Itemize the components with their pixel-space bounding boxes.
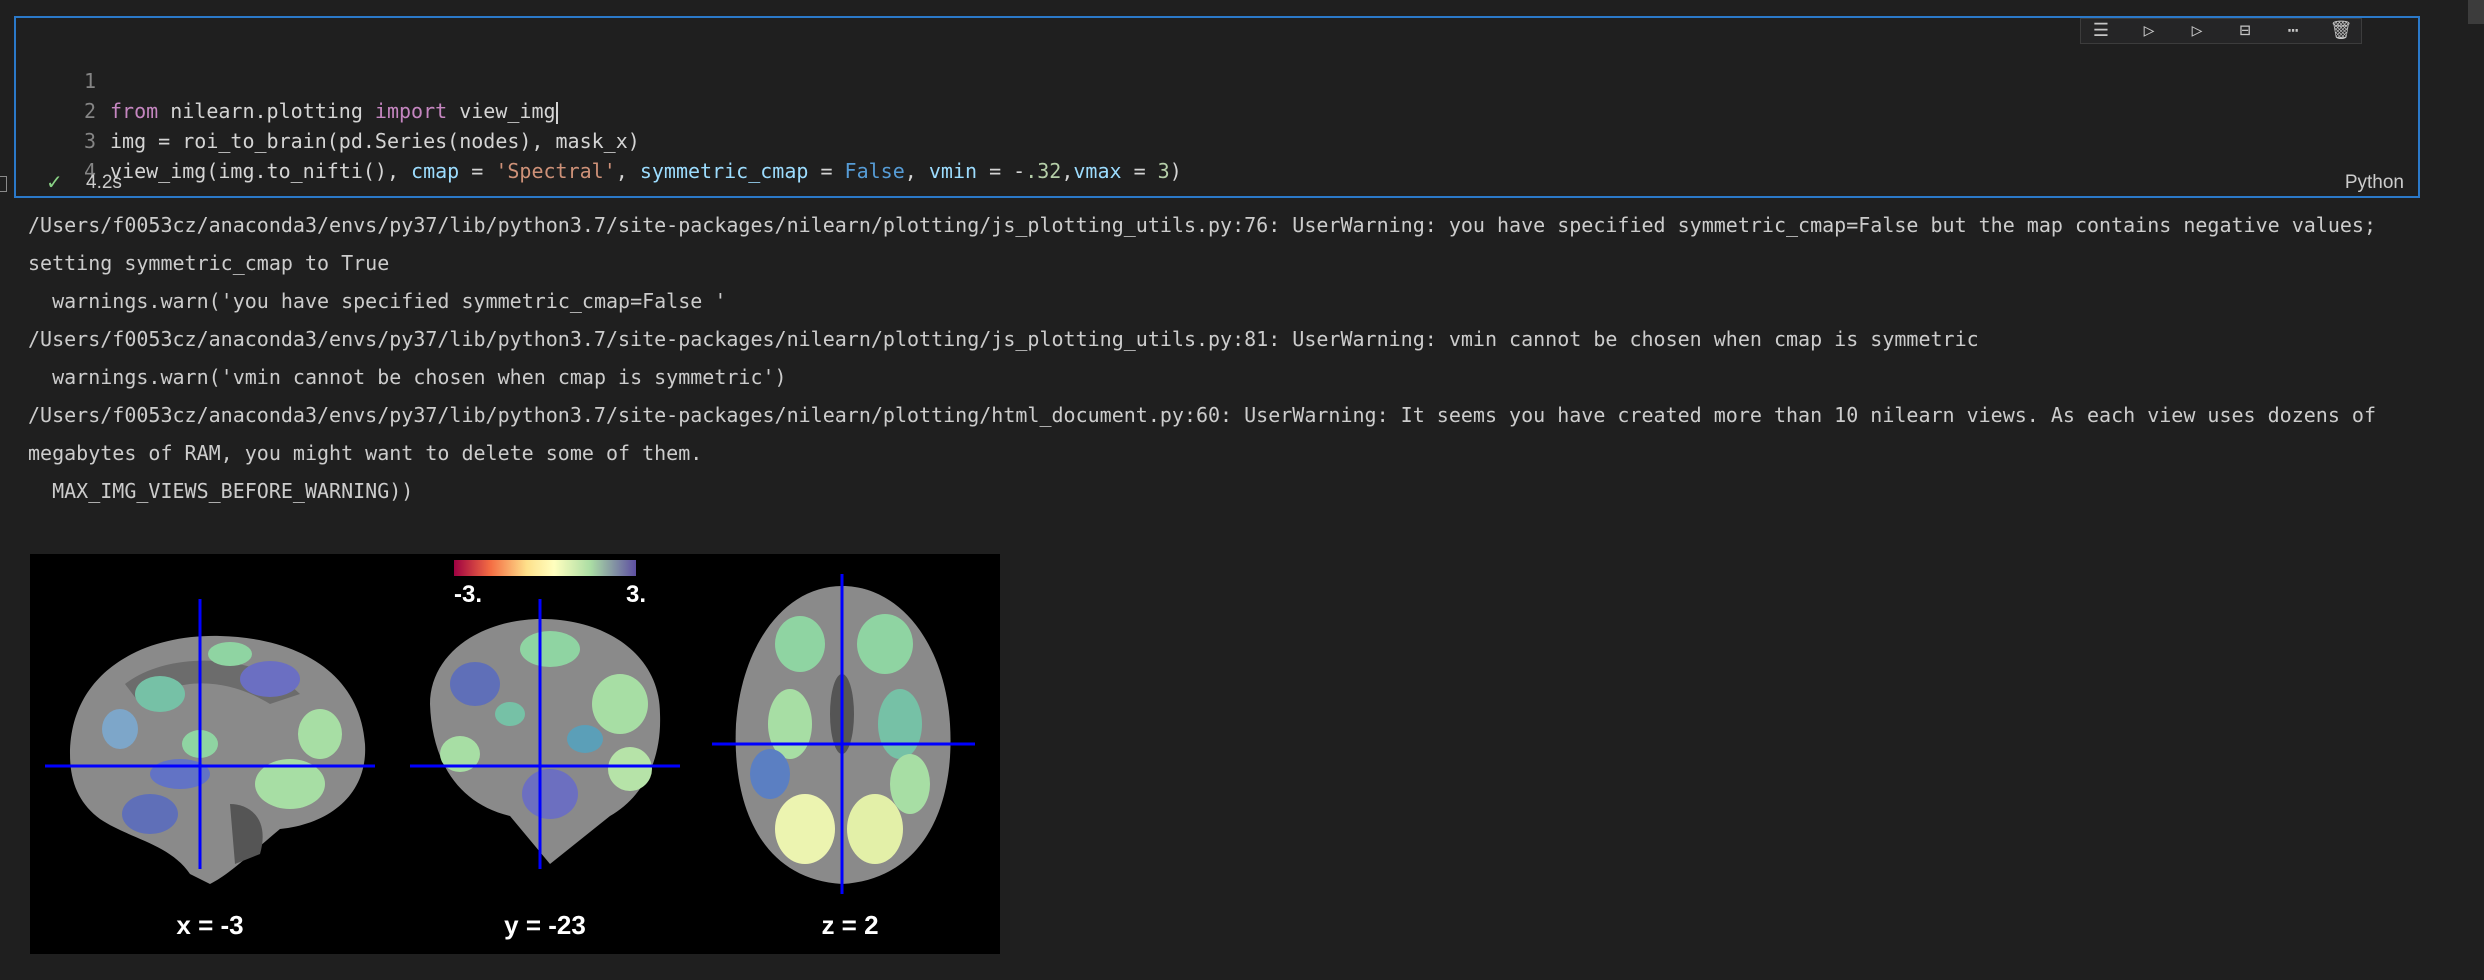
brain-viewer[interactable]: -3. 3. x = -3 y = -23 z = 2 <box>30 554 1000 954</box>
axial-view[interactable]: z = 2 <box>712 574 975 940</box>
coronal-label: y = -23 <box>504 910 586 940</box>
collapse-marker[interactable] <box>0 176 7 192</box>
colorbar-min-label: -3. <box>454 581 482 608</box>
code-line: 3 view_img(img.to_nifti(), cmap = 'Spect… <box>16 96 2418 183</box>
sagittal-label: x = -3 <box>176 910 243 940</box>
sagittal-view[interactable]: x = -3 <box>45 599 375 940</box>
brain-viewer-svg: -3. 3. x = -3 y = -23 z = 2 <box>45 560 975 940</box>
execution-time: 4.2s <box>86 172 122 193</box>
axial-label: z = 2 <box>821 910 878 940</box>
code-editor[interactable]: 1 from nilearn.plotting import view_img … <box>16 36 2418 183</box>
colorbar <box>454 560 636 576</box>
editor-scrollbar[interactable] <box>2468 0 2484 24</box>
coronal-view[interactable]: y = -23 <box>410 599 680 940</box>
cell-status-bar: ✓ 4.2s Python <box>16 168 2418 200</box>
cell-output-text: /Users/f0053cz/anaconda3/envs/py37/lib/p… <box>28 213 2376 503</box>
code-line: 1 from nilearn.plotting import view_img <box>16 36 2418 124</box>
code-line: 2 img = roi_to_brain(pd.Series(nodes), m… <box>16 66 2418 153</box>
check-icon: ✓ <box>46 172 63 194</box>
cell-language[interactable]: Python <box>2345 172 2404 194</box>
code-line: 4 <box>16 126 2418 183</box>
code-cell[interactable]: ☰ ▷ ▷ ⊟ ⋯ 🗑 1 from nilearn.plotting impo… <box>14 16 2420 198</box>
colorbar-max-label: 3. <box>626 581 646 608</box>
